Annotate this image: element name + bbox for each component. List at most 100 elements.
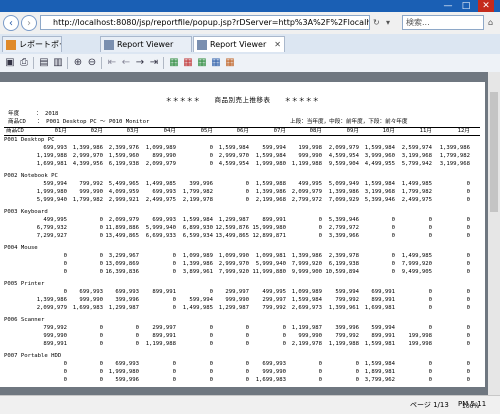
sales-cell: 0 — [63, 269, 67, 275]
sales-cell: 0 — [391, 269, 395, 275]
sales-cell: 999,990 — [298, 153, 322, 159]
product-group-name: P005 Printer — [4, 281, 45, 287]
report-page: ＊＊＊＊＊ 商品別売上推移表 ＊＊＊＊＊ 年度 ： 2018 商品CD ： P0… — [0, 82, 485, 387]
close-tab-icon[interactable]: ✕ — [274, 37, 281, 52]
sales-cell: 0 — [466, 377, 470, 383]
back-icon[interactable]: ‹ — [3, 15, 19, 31]
sales-cell: 0 — [245, 361, 249, 367]
minimize-button[interactable]: — — [440, 0, 456, 12]
zoom-out-icon[interactable]: ⊖ — [86, 57, 98, 69]
sales-cell: 0 — [466, 341, 470, 347]
sales-cell: 13,499,865 — [105, 233, 139, 239]
report-toolbar: ▣ ⎙ ▤ ▥ ⊕ ⊖ ⇤ ← → ⇥ ▦ ▦ ▦ ▦ ▦ — [0, 54, 500, 73]
product-group-name: P003 Keyboard — [4, 209, 48, 215]
page-setup-icon[interactable]: ▤ — [38, 57, 50, 69]
scrollbar-thumb[interactable] — [490, 92, 498, 212]
sales-cell: 0 — [466, 325, 470, 331]
home-icon[interactable]: ⌂ — [488, 18, 493, 27]
zoom-in-icon[interactable]: ⊕ — [72, 57, 84, 69]
refresh-icon[interactable]: ↻ — [373, 18, 380, 27]
sales-cell: 0 — [428, 217, 432, 223]
sales-cell: 3,299,967 — [108, 253, 139, 259]
sales-cell: 0 — [466, 333, 470, 339]
tab-report-viewer-1[interactable]: Report Viewer — [100, 36, 192, 52]
sales-cell: 0 — [63, 261, 67, 267]
sales-cell: 1,599,960 — [108, 153, 139, 159]
search-input[interactable]: 検索... — [402, 15, 484, 30]
sales-cell: 9,999,900 — [291, 269, 322, 275]
search-dropdown-icon[interactable]: ▾ — [386, 18, 390, 27]
column-header-month: 08月 — [309, 128, 322, 134]
export-excel-icon[interactable]: ▦ — [168, 57, 180, 69]
report-tab-icon — [104, 40, 114, 50]
next-page-icon[interactable]: → — [134, 57, 146, 69]
zoom-level[interactable]: 100% — [462, 403, 479, 410]
sales-cell: 0 — [391, 253, 395, 259]
window-titlebar: — □ ✕ — [0, 0, 500, 12]
sales-cell: 0 — [466, 233, 470, 239]
sales-cell: 0 — [99, 269, 103, 275]
last-page-icon[interactable]: ⇥ — [148, 57, 160, 69]
sales-cell: 899,991 — [371, 297, 395, 303]
sales-cell: 1,799,982 — [182, 189, 213, 195]
sales-cell: 699,993 — [79, 289, 103, 295]
sales-cell: 0 — [466, 217, 470, 223]
sales-cell: 1,699,981 — [364, 305, 395, 311]
sales-cell: 999,990 — [298, 333, 322, 339]
sales-cell: 2,199,968 — [255, 197, 286, 203]
sales-cell: 15,999,980 — [252, 225, 286, 231]
sales-cell: 0 — [466, 297, 470, 303]
sales-cell: 2,799,972 — [328, 225, 359, 231]
sales-cell: 1,099,989 — [145, 145, 176, 151]
report-tab-icon — [197, 40, 207, 50]
export-image-icon[interactable]: ▦ — [224, 57, 236, 69]
vertical-scrollbar[interactable] — [488, 72, 500, 395]
page-indicator: ページ 1/13 — [410, 401, 449, 409]
save-icon[interactable]: ▣ — [4, 57, 16, 69]
sales-cell: 899,991 — [152, 289, 176, 295]
sales-cell: 2,999,921 — [108, 197, 139, 203]
tab-report-viewer-2[interactable]: Report Viewer ✕ — [193, 36, 285, 52]
export-csv-icon[interactable]: ▦ — [196, 57, 208, 69]
sales-cell: 1,399,986 — [328, 189, 359, 195]
sales-cell: 1,399,986 — [291, 253, 322, 259]
layout-icon[interactable]: ▥ — [52, 57, 64, 69]
sales-cell: 6,799,932 — [36, 225, 67, 231]
close-window-button[interactable]: ✕ — [478, 0, 494, 12]
first-page-icon[interactable]: ⇤ — [106, 57, 118, 69]
sales-cell: 1,399,986 — [36, 297, 67, 303]
sales-cell: 0 — [355, 377, 359, 383]
sales-cell: 1,299,987 — [108, 305, 139, 311]
sales-cell: 0 — [172, 305, 176, 311]
maximize-button[interactable]: □ — [458, 0, 474, 12]
export-word-icon[interactable]: ▦ — [210, 57, 222, 69]
sales-cell: 0 — [63, 361, 67, 367]
url-input[interactable]: http://localhost:8080/jsp/reportfile/pop… — [40, 15, 370, 30]
sales-cell: 9,499,905 — [401, 269, 432, 275]
export-pdf-icon[interactable]: ▦ — [182, 57, 194, 69]
sales-cell: 899,991 — [152, 333, 176, 339]
sales-cell: 999,990 — [225, 297, 249, 303]
sales-cell: 1,399,986 — [255, 189, 286, 195]
tab-portal[interactable]: レポートポータル — [2, 36, 62, 52]
sales-cell: 1,099,990 — [218, 253, 249, 259]
sales-cell: 0 — [391, 217, 395, 223]
sales-cell: 0 — [428, 361, 432, 367]
sales-cell: 0 — [209, 361, 213, 367]
sales-cell: 12,599,876 — [215, 225, 249, 231]
prev-page-icon[interactable]: ← — [120, 57, 132, 69]
sales-cell: 0 — [391, 233, 395, 239]
column-header-month: 05月 — [200, 128, 213, 134]
print-icon[interactable]: ⎙ — [18, 57, 30, 69]
sales-cell: 1,699,983 — [72, 305, 103, 311]
forward-icon[interactable]: › — [21, 15, 37, 31]
sales-cell: 0 — [245, 181, 249, 187]
sales-cell: 3,799,962 — [364, 377, 395, 383]
toolbar-divider — [163, 57, 164, 69]
year-line: 年度 ： 2018 — [8, 111, 59, 117]
sales-cell: 0 — [245, 325, 249, 331]
sales-cell: 599,994 — [189, 297, 213, 303]
sales-cell: 2,199,978 — [291, 341, 322, 347]
sales-cell: 16,399,836 — [105, 269, 139, 275]
sales-cell: 899,991 — [43, 341, 67, 347]
